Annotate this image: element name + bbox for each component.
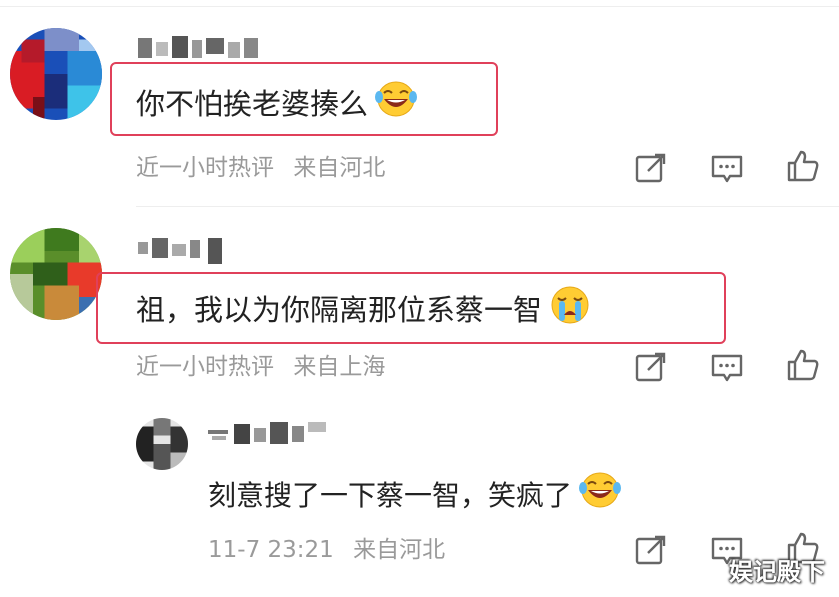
divider (0, 6, 839, 7)
comment-location: 来自上海 (293, 354, 386, 380)
comment-time: 近一小时热评 (136, 354, 274, 380)
reply-text: 刻意搜了一下蔡一智，笑疯了 (208, 470, 622, 521)
divider (136, 206, 839, 207)
comment-icon[interactable] (710, 151, 744, 185)
laughing-tears-emoji (578, 470, 622, 521)
comment-text: 祖，我以为你隔离那位系蔡一智 (136, 283, 592, 337)
username[interactable] (138, 34, 262, 60)
avatar[interactable] (10, 28, 102, 120)
share-icon[interactable] (634, 350, 668, 384)
reply-meta: 11-7 23:21 来自河北 (208, 535, 445, 565)
comment-feed: 你不怕挨老婆揍么 近一小时热评 来自河北 祖，我以为你隔离那位系蔡一智 近一小时… (0, 0, 839, 597)
avatar[interactable] (10, 228, 102, 320)
watermark: 娱记殿下 (729, 558, 825, 586)
reply-time: 11-7 23:21 (208, 537, 334, 563)
comment-meta: 近一小时热评 来自上海 (136, 352, 385, 382)
thumbs-up-icon[interactable] (786, 149, 820, 183)
comment-meta: 近一小时热评 来自河北 (136, 153, 385, 183)
username[interactable] (138, 236, 238, 264)
reply-location: 来自河北 (353, 537, 446, 563)
avatar[interactable] (136, 418, 188, 470)
thumbs-up-icon[interactable] (786, 348, 820, 382)
comment-icon[interactable] (710, 350, 744, 384)
comment-time: 近一小时热评 (136, 155, 274, 181)
laughing-tears-emoji (374, 79, 418, 129)
comment-location: 来自河北 (293, 155, 386, 181)
share-icon[interactable] (634, 151, 668, 185)
comment-text: 你不怕挨老婆揍么 (136, 79, 418, 129)
crying-emoji (548, 283, 592, 337)
share-icon[interactable] (634, 533, 668, 567)
username[interactable] (208, 420, 332, 446)
